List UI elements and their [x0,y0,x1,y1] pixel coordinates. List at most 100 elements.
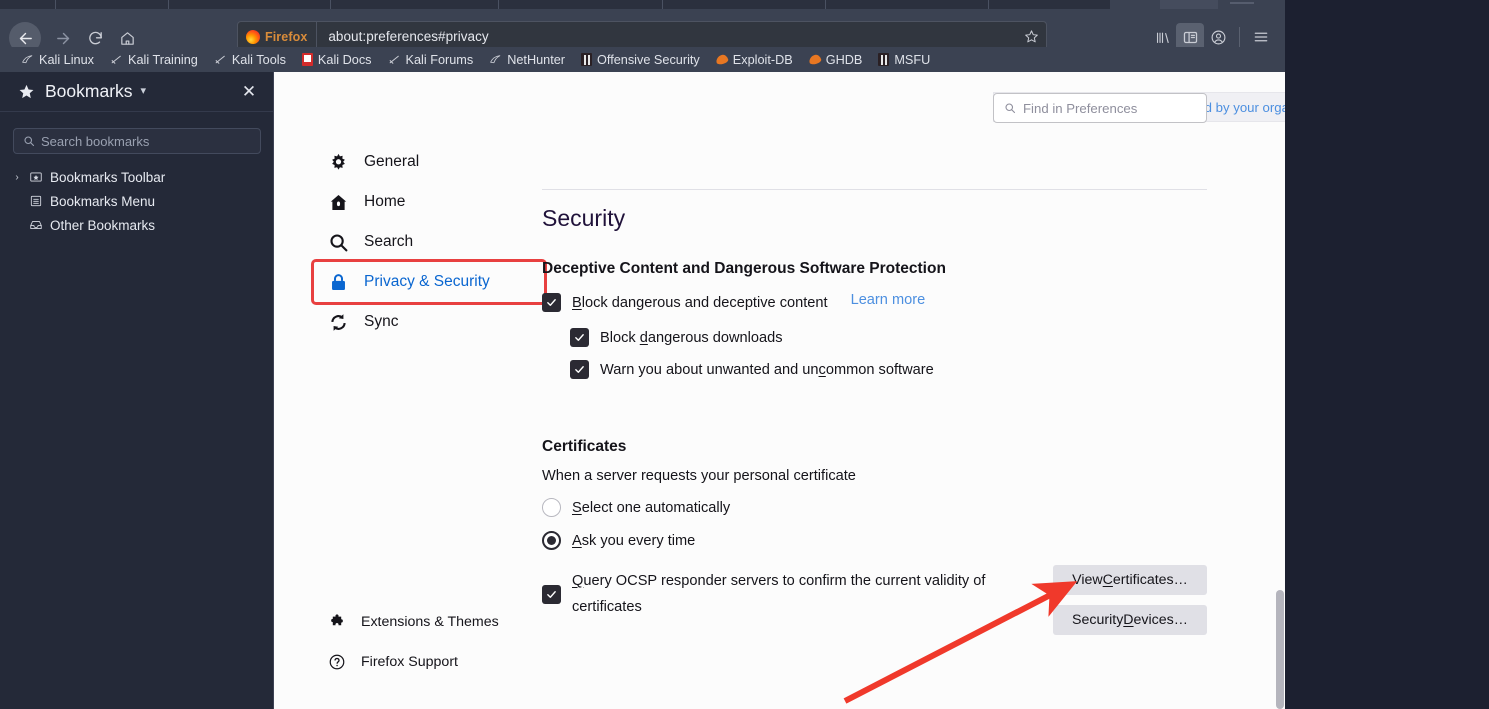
block-dangerous-content-checkbox[interactable] [542,293,561,312]
back-arrow-icon [19,32,32,44]
tab-divider [988,0,989,9]
block-dangerous-downloads-checkbox[interactable] [570,328,589,347]
kali-docs-icon [301,53,313,66]
tab-divider [498,0,499,9]
kali-sword-icon [111,55,121,64]
firefox-logo-icon [246,29,260,44]
select-automatically-radio[interactable] [542,498,561,517]
view-certificates-button[interactable]: View Certificates… [1053,565,1207,595]
label-part: Security [1072,612,1124,628]
bookmark-item-kali-forums[interactable]: Kali Forums [381,49,481,70]
navigation-toolbar: Firefox about:preferences#privacy [0,9,1285,54]
tab-divider [825,0,826,9]
kali-sword-icon [389,55,399,64]
preferences-footer-links[interactable]: Extensions & Themes Firefox Support [314,602,554,682]
preferences-category-label: Search [364,233,414,250]
select-automatically-label: Select one automatically [572,500,730,516]
new-tab-button[interactable] [1160,0,1218,9]
tab-divider [330,0,331,9]
tab-divider [55,0,56,9]
preferences-footer-firefox-support[interactable]: Firefox Support [314,642,554,682]
bookmark-item-label: GHDB [825,52,863,67]
bookmark-item-ghdb[interactable]: GHDB [802,49,870,70]
page-scrollbar-thumb[interactable] [1276,590,1284,709]
check-icon [547,591,556,598]
identity-label: Firefox [265,29,308,44]
bookmark-item-offensive-security[interactable]: Offensive Security [574,49,707,70]
preferences-category-general[interactable]: General [314,142,544,182]
preferences-category-home[interactable]: Home [314,182,544,222]
bookmark-item-kali-tools[interactable]: Kali Tools [207,49,293,70]
library-icon [1156,32,1169,43]
block-dangerous-downloads-row[interactable]: Block dangerous downloads [570,327,783,349]
preferences-category-sync[interactable]: Sync [314,302,544,342]
preferences-footer-label: Firefox Support [361,654,458,670]
ask-every-time-row[interactable]: Ask you every time [542,531,695,550]
kali-sword-icon [215,55,225,64]
query-ocsp-checkbox[interactable] [542,585,561,604]
forward-arrow-icon [56,32,69,44]
menu-folder-icon [30,195,42,207]
query-ocsp-row[interactable]: Query OCSP responder servers to confirm … [542,568,1047,620]
ask-every-time-radio[interactable] [542,531,561,550]
warn-unwanted-software-row[interactable]: Warn you about unwanted and uncommon sof… [570,359,934,381]
page-title: Security [542,205,626,231]
search-icon [24,136,35,147]
bookmark-tree-item-label: Bookmarks Menu [50,193,156,209]
bookmark-item-kali-docs[interactable]: Kali Docs [295,49,379,70]
flame-icon [714,53,729,66]
bookmark-tree-item-other-bookmarks[interactable]: Other Bookmarks [0,213,274,237]
security-devices-button[interactable]: Security Devices… [1053,605,1207,635]
lock-icon [332,273,345,290]
sync-icon [331,313,346,331]
label-rest: ertificates… [1112,572,1188,588]
bookmark-item-label: Kali Training [128,52,198,67]
find-in-preferences-input[interactable]: Find in Preferences [993,93,1207,123]
bookmark-tree-item-bookmarks-toolbar[interactable]: › Bookmarks Toolbar [0,165,274,189]
bookmarks-tree[interactable]: › Bookmarks Toolbar Bookmarks Menu Other Bo… [0,165,274,237]
question-circle-icon [329,654,345,670]
check-icon [575,334,584,341]
preferences-category-label: Privacy & Security [364,273,490,290]
select-automatically-row[interactable]: Select one automatically [542,498,730,517]
tab-divider [168,0,169,9]
kali-dragon-icon [490,55,501,64]
bookmark-item-nethunter[interactable]: NetHunter [482,49,572,70]
preferences-footer-extensions-themes[interactable]: Extensions & Themes [314,602,554,642]
bookmark-item-msfu[interactable]: MSFU [871,49,937,70]
preferences-category-privacy-security[interactable]: Privacy & Security [311,259,547,305]
bookmark-star-icon [1024,30,1038,43]
toolbar-folder-icon [30,172,42,182]
bookmark-item-label: Kali Forums [405,52,474,67]
bookmark-tree-item-bookmarks-menu[interactable]: Bookmarks Menu [0,189,274,213]
warn-unwanted-software-checkbox[interactable] [570,360,589,379]
bookmark-item-exploit-db[interactable]: Exploit-DB [709,49,800,70]
label-rest: angerous downloads [647,330,783,346]
url-text[interactable]: about:preferences#privacy [317,29,1016,44]
section-divider [542,189,1207,190]
tab-strip[interactable] [0,0,1285,9]
label-part: Warn you about unwanted and un [600,362,819,378]
label-rest: sk you every time [581,532,696,549]
sidebar-close-button[interactable]: ✕ [239,82,259,102]
bookmark-item-kali-linux[interactable]: Kali Linux [14,49,101,70]
deceptive-heading: Deceptive Content and Dangerous Software… [542,260,946,277]
preferences-category-search[interactable]: Search [314,222,544,262]
hamburger-menu-icon [1254,32,1268,42]
accesskey-char: Q [572,573,584,589]
learn-more-link[interactable]: Learn more [851,292,926,308]
preferences-category-list[interactable]: General Home Search Privacy & Security Sync [311,142,547,342]
label-line2: certificates [572,599,642,615]
bookmarks-toolbar[interactable]: Kali Linux Kali Training Kali Tools Kali Do… [0,47,1285,72]
preferences-category-label: General [364,153,420,170]
window-controls[interactable] [1230,2,1254,4]
search-icon [330,233,348,251]
sidebar-search-input[interactable]: Search bookmarks [13,128,261,154]
bookmark-item-kali-training[interactable]: Kali Training [103,49,205,70]
check-icon [575,366,584,373]
preferences-page: Your browser is being managed by your or… [274,72,1285,709]
toolbar-divider [1239,27,1240,47]
block-dangerous-content-row[interactable]: Block dangerous and deceptive content Le… [542,292,925,314]
chevron-down-icon[interactable]: ▾ [141,86,147,97]
twisty-chevron-icon[interactable]: › [12,172,22,183]
